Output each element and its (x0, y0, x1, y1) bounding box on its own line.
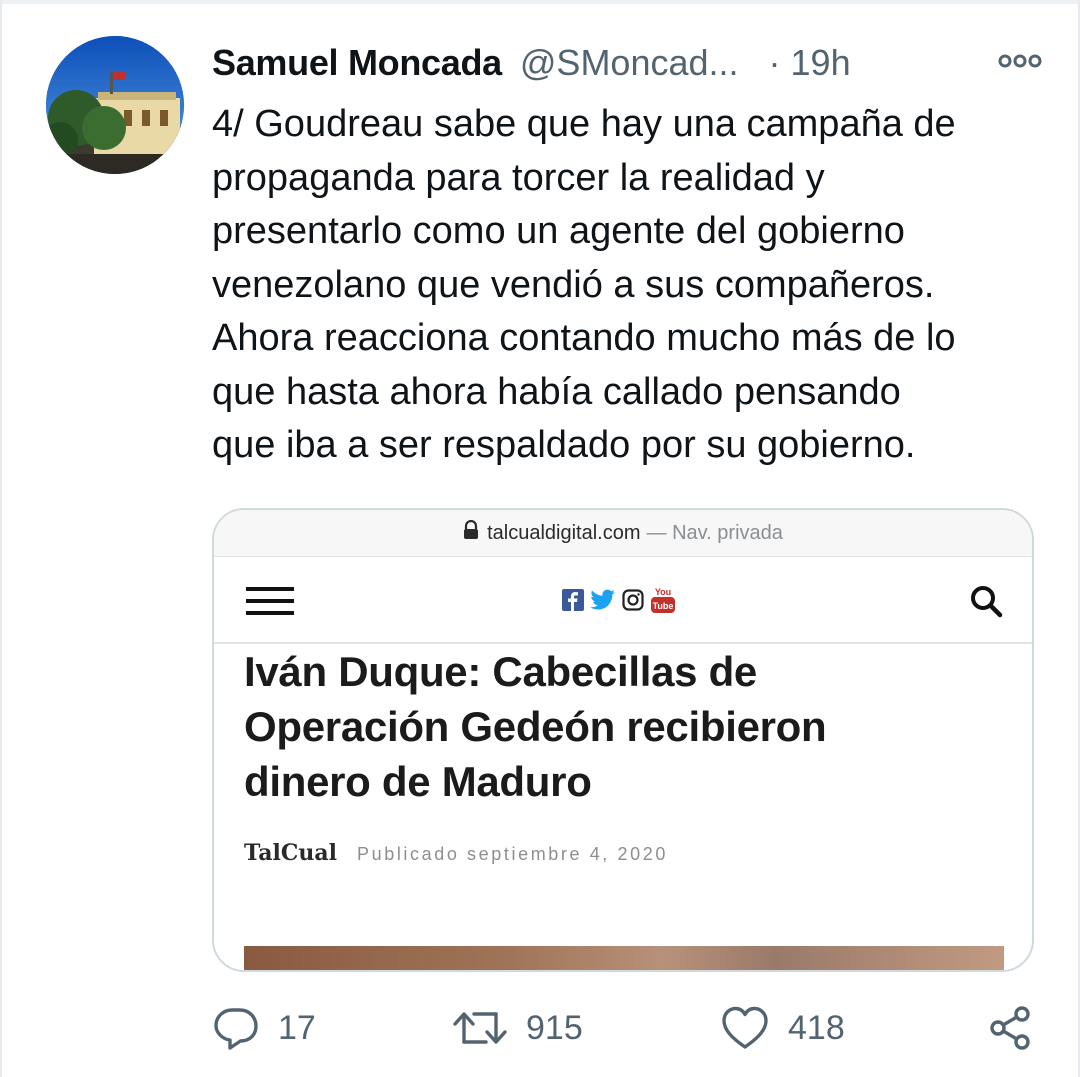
youtube-icon[interactable]: You Tube (650, 586, 676, 614)
instagram-icon[interactable] (622, 589, 644, 611)
article-photo (244, 946, 1004, 970)
svg-text:Tube: Tube (653, 601, 674, 611)
article-byline: TalCual Publicado septiembre 4, 2020 (244, 840, 668, 866)
hamburger-menu-icon[interactable] (246, 587, 294, 615)
author-name[interactable]: Samuel Moncada (212, 42, 502, 84)
svg-text:You: You (655, 587, 671, 597)
left-divider (0, 0, 2, 1077)
avatar-photo (46, 36, 184, 174)
like-count: 418 (788, 1008, 845, 1047)
share-icon (990, 1006, 1030, 1050)
like-button[interactable]: 418 (720, 1000, 845, 1056)
reply-count: 17 (278, 1008, 316, 1047)
browser-url-bar: talcualdigital.com — Nav. privada (214, 510, 1032, 556)
retweet-button[interactable]: 915 (452, 1000, 583, 1056)
tweet-text: 4/ Goudreau sabe que hay una campaña de … (212, 103, 956, 466)
retweet-count: 915 (526, 1008, 583, 1047)
top-divider (0, 0, 1080, 4)
share-button[interactable] (986, 1000, 1034, 1056)
more-options-icon[interactable] (996, 46, 1044, 76)
link-preview-card[interactable]: talcualdigital.com — Nav. privada You Tu… (212, 508, 1034, 972)
url-domain: talcualdigital.com (487, 521, 641, 544)
site-header: You Tube (214, 556, 1032, 644)
retweet-icon (453, 1012, 507, 1044)
reply-icon (214, 1008, 258, 1050)
article-title[interactable]: Iván Duque: Cabecillas de Operación Gede… (244, 644, 944, 809)
author-handle[interactable]: @SMoncad... (520, 42, 739, 84)
separator-dot: · (768, 42, 781, 83)
tweet-actions: 17 915 418 (212, 1000, 1042, 1056)
social-icons: You Tube (562, 586, 676, 614)
search-icon[interactable] (968, 583, 1004, 619)
private-mode-label: — Nav. privada (646, 521, 783, 544)
heart-icon (722, 1006, 768, 1049)
reply-button[interactable]: 17 (212, 1000, 316, 1056)
publisher-logo: TalCual (244, 840, 337, 866)
lock-icon (463, 519, 479, 546)
tweet-header: Samuel Moncada @SMoncad... · 19h (212, 38, 1042, 88)
twitter-icon[interactable] (590, 589, 616, 611)
avatar[interactable] (46, 36, 184, 174)
timestamp[interactable]: 19h (791, 42, 851, 84)
publish-date: Publicado septiembre 4, 2020 (357, 844, 668, 864)
facebook-icon[interactable] (562, 589, 584, 611)
